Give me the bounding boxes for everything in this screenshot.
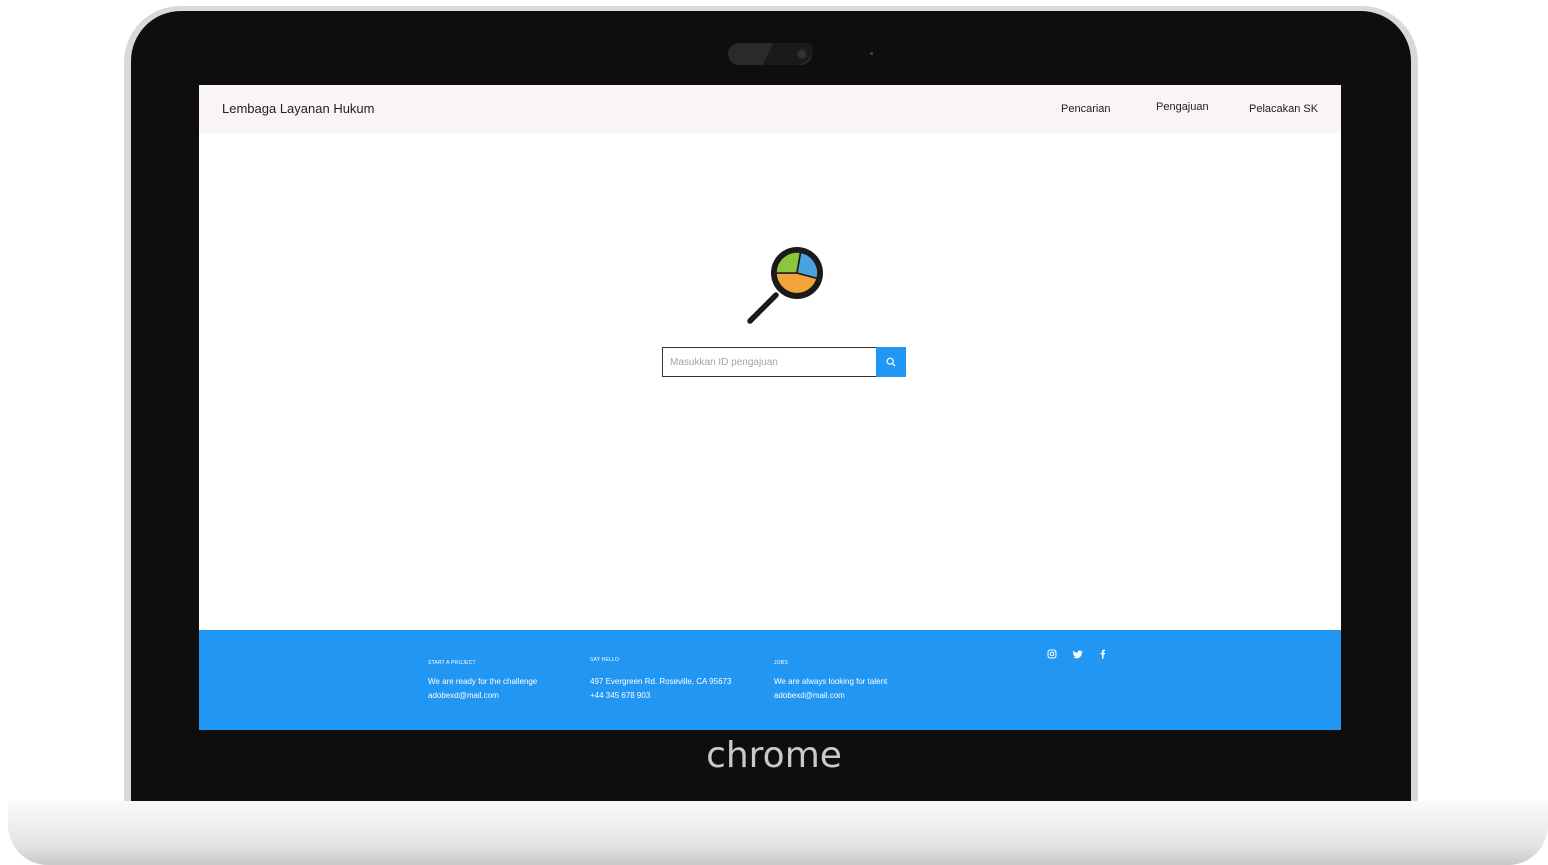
footer-text: We are ready for the challenge	[428, 677, 538, 686]
footer-email-link[interactable]: adobexd@mail.com	[428, 691, 499, 700]
nav-link-pelacakan-sk[interactable]: Pelacakan SK	[1249, 103, 1318, 115]
twitter-icon[interactable]	[1073, 649, 1083, 659]
nav-link-pengajuan[interactable]: Pengajuan	[1156, 101, 1209, 113]
laptop-base	[8, 801, 1548, 865]
nav-link-pencarian[interactable]: Pencarian	[1061, 103, 1111, 115]
browser-screen: Lembaga Layanan Hukum Pencarian Pengajua…	[199, 85, 1341, 730]
camera-indicator	[870, 52, 873, 55]
footer-text: We are always looking for talent	[774, 677, 888, 686]
footer-address: 497 Evergreen Rd. Roseville, CA 95673	[590, 677, 732, 686]
footer-heading-say-hello: SAY HELLO	[590, 657, 620, 663]
webcam-icon	[796, 48, 808, 60]
submission-id-input[interactable]	[662, 347, 876, 377]
site-title[interactable]: Lembaga Layanan Hukum	[222, 101, 375, 116]
magnifier-pie-chart-icon	[747, 247, 823, 324]
search-button[interactable]	[876, 347, 906, 377]
search-form	[662, 347, 906, 377]
pie-chart	[775, 251, 819, 295]
device-brand: chrome	[706, 735, 842, 776]
instagram-icon[interactable]	[1047, 649, 1057, 659]
site-footer: START A PROJECT We are ready for the cha…	[199, 630, 1341, 730]
footer-heading-jobs: JOBS	[774, 660, 788, 666]
facebook-icon[interactable]	[1098, 649, 1108, 659]
search-icon	[886, 357, 896, 367]
magnifier-handle	[747, 292, 779, 324]
footer-email-link[interactable]: adobexd@mail.com	[774, 691, 845, 700]
footer-phone: +44 345 678 903	[590, 691, 651, 700]
top-navbar: Lembaga Layanan Hukum Pencarian Pengajua…	[199, 85, 1341, 133]
footer-heading-start-project: START A PROJECT	[428, 660, 476, 666]
